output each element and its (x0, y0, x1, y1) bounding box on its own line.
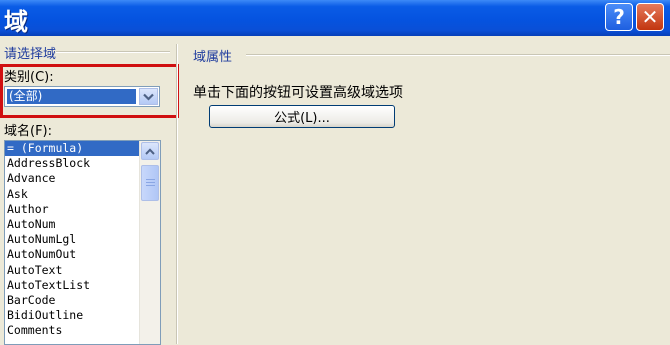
list-scrollbar[interactable] (139, 141, 160, 344)
field-names-items: = (Formula) AddressBlock Advance Ask Author A… (5, 141, 139, 338)
list-item[interactable]: BidiOutline (5, 308, 139, 323)
list-item[interactable]: Advance (5, 171, 139, 186)
list-item[interactable]: AutoNumLgl (5, 232, 139, 247)
choose-field-label: 请选择域 (4, 47, 57, 62)
pane-divider (176, 44, 178, 344)
highlight-box (0, 64, 179, 118)
list-item[interactable]: AutoNum (5, 217, 139, 232)
formula-button[interactable]: 公式(L)... (209, 105, 395, 128)
list-item[interactable]: AddressBlock (5, 156, 139, 171)
scroll-up-button[interactable] (141, 142, 159, 160)
list-item[interactable]: AutoTextList (5, 278, 139, 293)
list-item[interactable]: = (Formula) (5, 141, 139, 157)
arrow-up-icon (145, 147, 155, 155)
title-bar: 域 ? ✕ (0, 0, 670, 36)
choose-field-divider (56, 51, 170, 53)
hint-text: 单击下面的按钮可设置高级域选项 (193, 85, 403, 101)
list-item[interactable]: Ask (5, 187, 139, 202)
field-names-label: 域名(F): (4, 124, 53, 139)
list-item[interactable]: AutoText (5, 263, 139, 278)
window-title: 域 (4, 8, 28, 36)
field-properties-divider (246, 54, 670, 56)
list-item[interactable]: Author (5, 202, 139, 217)
scroll-thumb[interactable] (141, 165, 159, 201)
list-item[interactable]: AutoNumOut (5, 247, 139, 262)
thumb-grip-line (146, 179, 155, 180)
thumb-grip-line (146, 182, 155, 183)
field-properties-label: 域属性 (193, 50, 233, 65)
list-item[interactable]: BarCode (5, 293, 139, 308)
close-button[interactable]: ✕ (636, 3, 664, 31)
help-icon: ? (613, 5, 625, 29)
list-item[interactable]: Comments (5, 323, 139, 338)
help-button[interactable]: ? (605, 3, 633, 31)
field-names-list[interactable]: = (Formula) AddressBlock Advance Ask Author A… (4, 140, 161, 345)
close-icon: ✕ (641, 5, 659, 29)
thumb-grip-line (146, 185, 155, 186)
